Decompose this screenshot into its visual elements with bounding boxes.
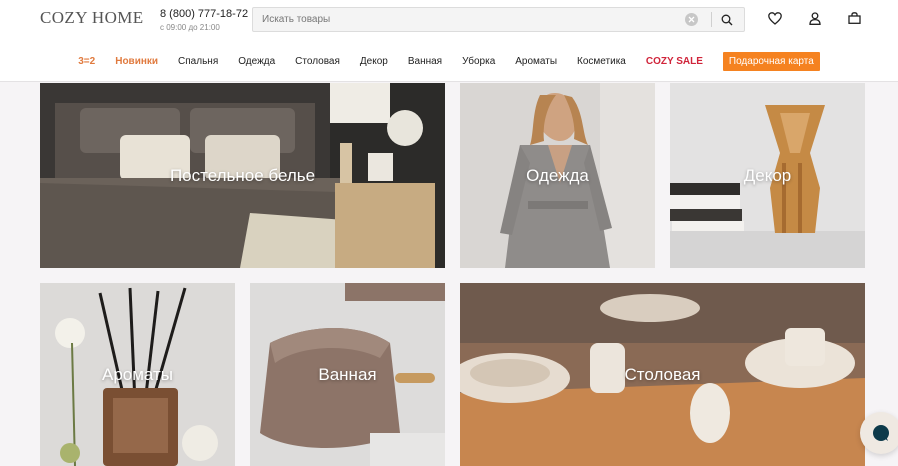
- main-nav: 3=2 Новинки Спальня Одежда Столовая Деко…: [0, 50, 898, 72]
- search-input[interactable]: [262, 8, 662, 31]
- search-divider: [711, 12, 712, 27]
- tile-label-clothing: Одежда: [526, 165, 589, 185]
- category-tile-bath[interactable]: Ванная: [250, 283, 445, 466]
- nav-item-cosmetics[interactable]: Косметика: [577, 56, 626, 67]
- clear-icon[interactable]: [685, 13, 698, 26]
- nav-item-3-2[interactable]: 3=2: [78, 56, 95, 67]
- header: COZY HOME 8 (800) 777-18-72 с 09:00 до 2…: [0, 0, 898, 82]
- nav-item-sale[interactable]: COZY SALE: [646, 56, 703, 67]
- category-tile-dining[interactable]: Столовая: [460, 283, 865, 466]
- tile-label-decor: Декор: [743, 165, 792, 185]
- nav-item-clothing[interactable]: Одежда: [238, 56, 275, 67]
- gift-card-button[interactable]: Подарочная карта: [722, 51, 820, 71]
- user-icon[interactable]: [807, 10, 823, 26]
- search-icon[interactable]: [719, 12, 735, 28]
- category-tile-bedding[interactable]: Постельное белье: [40, 83, 445, 268]
- nav-item-decor[interactable]: Декор: [360, 56, 388, 67]
- tile-label-bedding: Постельное белье: [169, 165, 316, 185]
- chat-icon: [873, 425, 889, 441]
- category-tile-aromas[interactable]: Ароматы: [40, 283, 235, 466]
- phone-number[interactable]: 8 (800) 777-18-72: [160, 8, 248, 20]
- working-hours: с 09:00 до 21:00: [160, 23, 220, 32]
- category-tile-clothing[interactable]: Одежда: [460, 83, 655, 268]
- chat-button[interactable]: [860, 412, 898, 454]
- tile-label-bath: Ванная: [318, 364, 377, 384]
- tile-label-dining: Столовая: [624, 364, 701, 384]
- category-tile-decor[interactable]: Декор: [670, 83, 865, 268]
- logo[interactable]: COZY HOME: [40, 8, 144, 28]
- bag-icon[interactable]: [846, 10, 862, 26]
- nav-item-bedroom[interactable]: Спальня: [178, 56, 218, 67]
- nav-item-new[interactable]: Новинки: [115, 56, 158, 67]
- nav-item-aromas[interactable]: Ароматы: [515, 56, 557, 67]
- search-bar: [252, 7, 745, 32]
- heart-icon[interactable]: [767, 10, 783, 26]
- tile-label-aromas: Ароматы: [101, 364, 174, 384]
- nav-item-dining[interactable]: Столовая: [295, 56, 340, 67]
- nav-item-bath[interactable]: Ванная: [408, 56, 442, 67]
- nav-item-cleaning[interactable]: Уборка: [462, 56, 495, 67]
